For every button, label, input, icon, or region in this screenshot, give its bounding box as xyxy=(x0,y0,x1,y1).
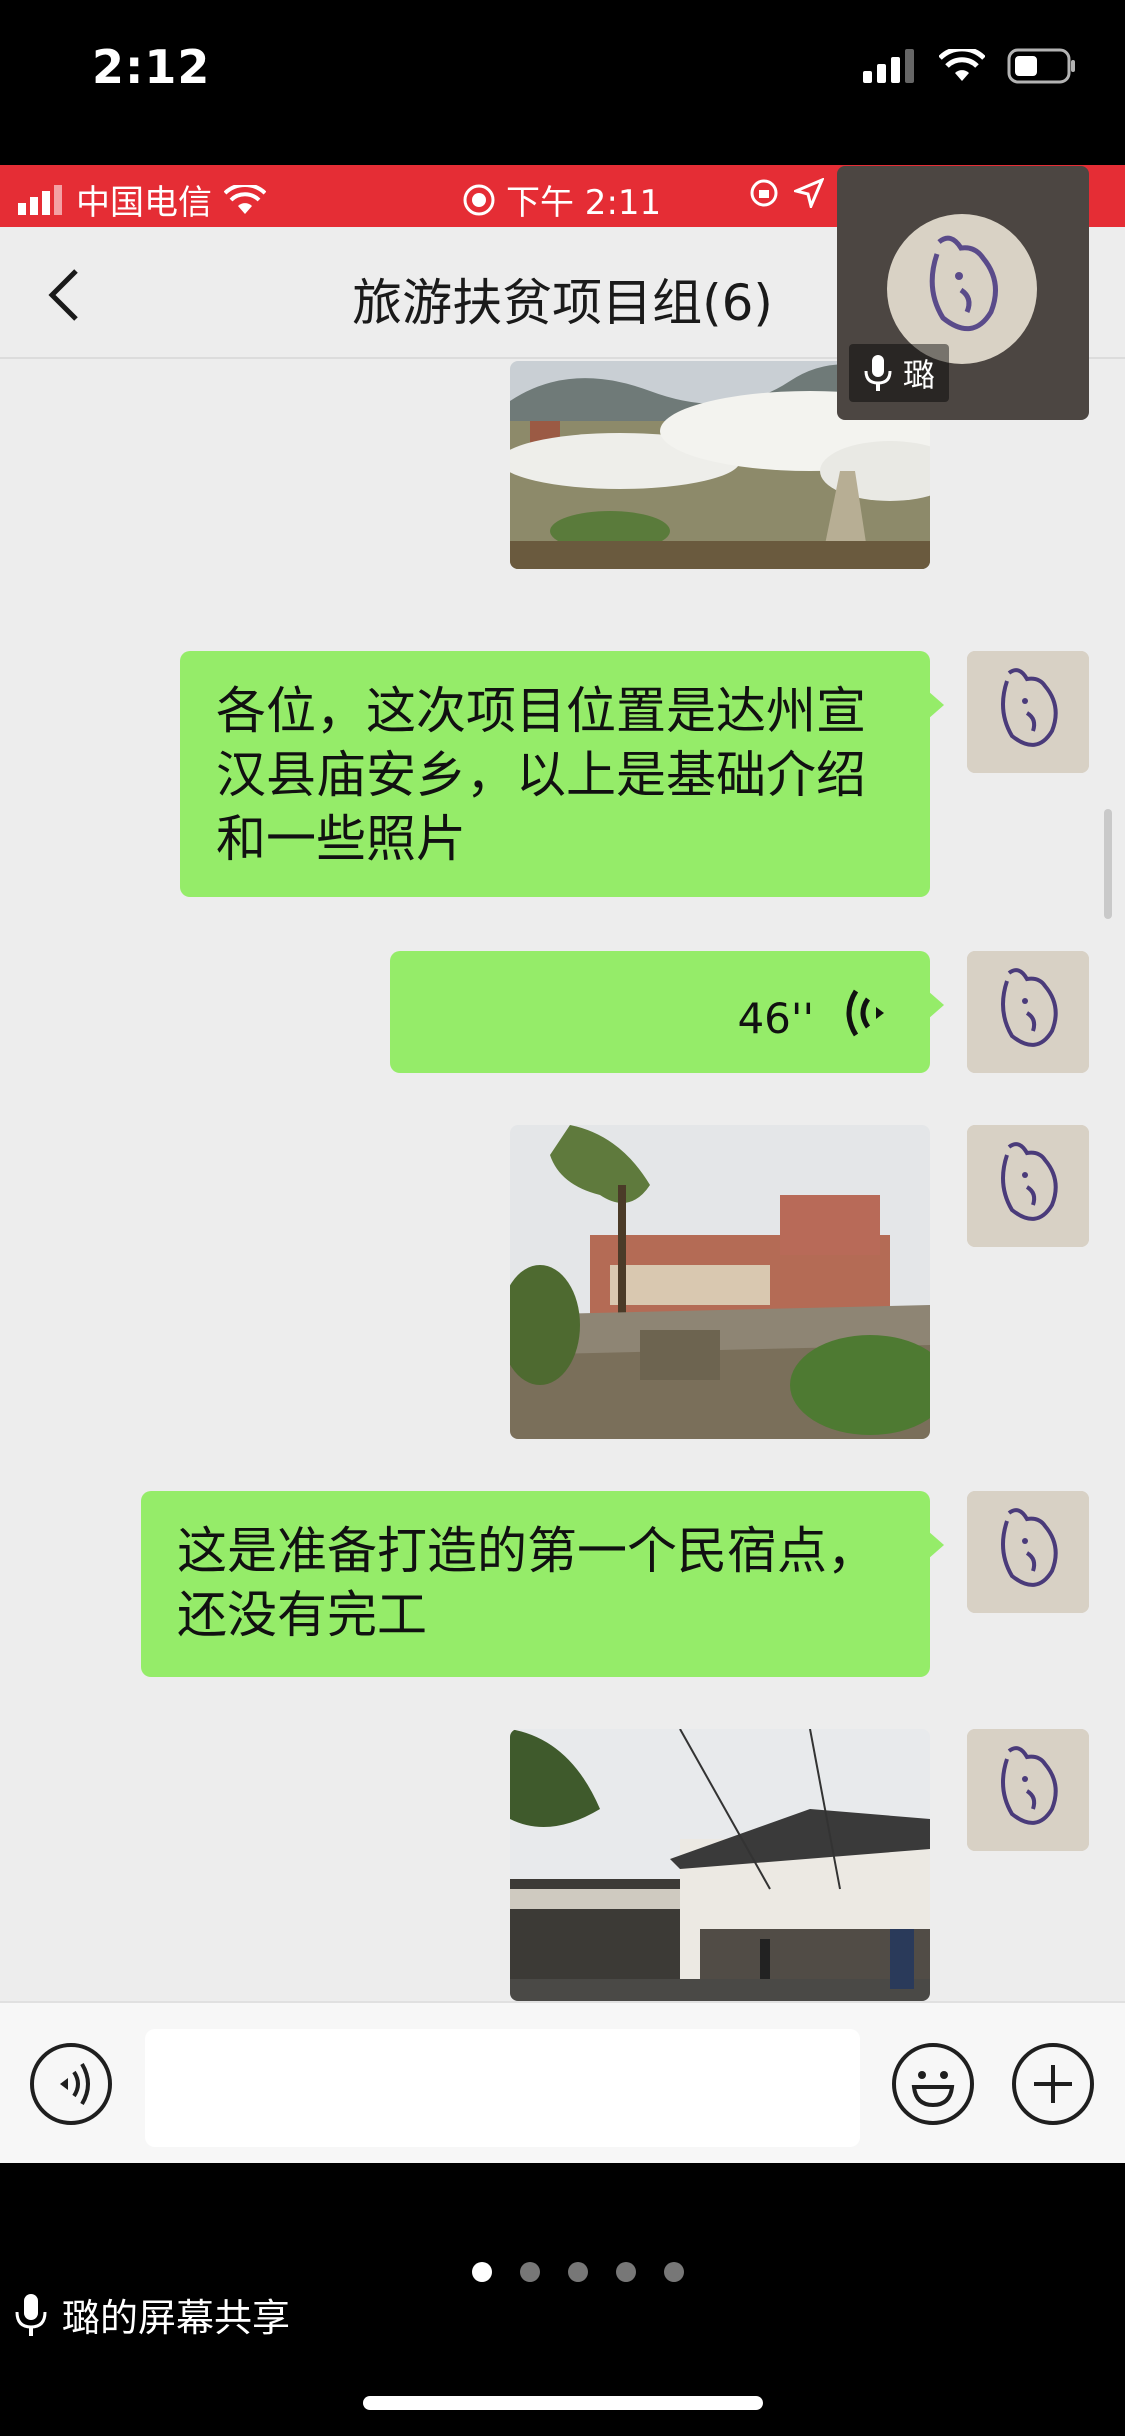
input-bar xyxy=(0,2001,1125,2163)
text-message-bubble[interactable]: 这是准备打造的第一个民宿点，还没有完工 xyxy=(141,1491,944,1677)
voice-duration: 46'' xyxy=(737,994,814,1043)
rotation-lock-icon xyxy=(750,179,778,207)
text-message-bubble[interactable]: 各位，这次项目位置是达州宣汉县庙安乡，以上是基础介绍和一些照片 xyxy=(180,651,944,897)
sender-avatar[interactable] xyxy=(967,1125,1089,1247)
wifi-icon xyxy=(939,49,985,81)
shared-screen: 中国电信 下午 2:11 旅游扶贫项目组(6) 各位，这次项目位置是达州宣汉县庙… xyxy=(0,165,1125,2163)
voice-wave-icon xyxy=(60,2062,90,2106)
page-dot[interactable] xyxy=(519,2262,540,2282)
voice-toggle-button[interactable] xyxy=(30,2043,112,2125)
inner-wifi-icon xyxy=(224,184,266,214)
voice-message-bubble[interactable]: 46'' xyxy=(390,951,944,1073)
page-indicator[interactable] xyxy=(0,2262,1125,2282)
emoji-button[interactable] xyxy=(892,2043,974,2125)
village-photo-icon xyxy=(510,1729,930,2001)
cellular-signal-icon xyxy=(863,49,914,83)
construction-photo-icon xyxy=(510,1125,930,1439)
smiley-doodle-icon xyxy=(967,651,1089,773)
message-text: 各位，这次项目位置是达州宣汉县庙安乡，以上是基础介绍和一些照片 xyxy=(216,682,866,868)
microphone-icon xyxy=(15,2293,47,2336)
more-options-button[interactable] xyxy=(1012,2043,1094,2125)
smiley-doodle-icon xyxy=(929,235,998,332)
screen-share-text: 璐的屏幕共享 xyxy=(62,2296,291,2340)
battery-icon xyxy=(1007,48,1075,84)
carrier-name: 中国电信 xyxy=(76,183,212,223)
message-image-construction[interactable] xyxy=(510,1125,930,1439)
inner-clock: 下午 2:11 xyxy=(506,183,662,223)
sender-avatar[interactable] xyxy=(967,1491,1089,1613)
plus-icon xyxy=(1034,2065,1072,2103)
participant-name: 璐 xyxy=(903,356,936,394)
scrollbar[interactable] xyxy=(1104,809,1112,919)
screen-share-label: 璐的屏幕共享 xyxy=(14,2287,290,2342)
participant-label: 璐 xyxy=(849,344,950,402)
smiley-doodle-icon xyxy=(967,1125,1089,1247)
message-image-village[interactable] xyxy=(510,1729,930,2001)
smiley-face-icon xyxy=(911,2071,955,2108)
home-indicator[interactable] xyxy=(363,2396,763,2410)
location-icon xyxy=(794,178,824,208)
recording-icon xyxy=(463,184,495,215)
video-tile[interactable]: 璐 xyxy=(837,166,1089,420)
smiley-doodle-icon xyxy=(967,951,1089,1073)
outer-status-bar: 2:12 xyxy=(0,0,1125,165)
smiley-doodle-icon xyxy=(967,1491,1089,1613)
participant-avatar xyxy=(887,214,1037,364)
voice-wave-icon xyxy=(846,989,884,1037)
inner-signal-icon xyxy=(18,184,62,215)
page-dot[interactable] xyxy=(567,2262,588,2282)
outer-clock: 2:12 xyxy=(92,40,211,94)
message-input[interactable] xyxy=(145,2029,860,2147)
sender-avatar[interactable] xyxy=(967,951,1089,1073)
message-list[interactable]: 各位，这次项目位置是达州宣汉县庙安乡，以上是基础介绍和一些照片 46'' 这是准… xyxy=(0,361,1125,2001)
smiley-doodle-icon xyxy=(967,1729,1089,1851)
outer-status-icons xyxy=(863,48,1077,84)
page-dot[interactable] xyxy=(615,2262,636,2282)
microphone-icon xyxy=(864,355,892,391)
sender-avatar[interactable] xyxy=(967,651,1089,773)
page-dot[interactable] xyxy=(663,2262,684,2282)
message-text: 这是准备打造的第一个民宿点，还没有完工 xyxy=(177,1522,877,1644)
page-dot[interactable] xyxy=(471,2262,492,2282)
sender-avatar[interactable] xyxy=(967,1729,1089,1851)
